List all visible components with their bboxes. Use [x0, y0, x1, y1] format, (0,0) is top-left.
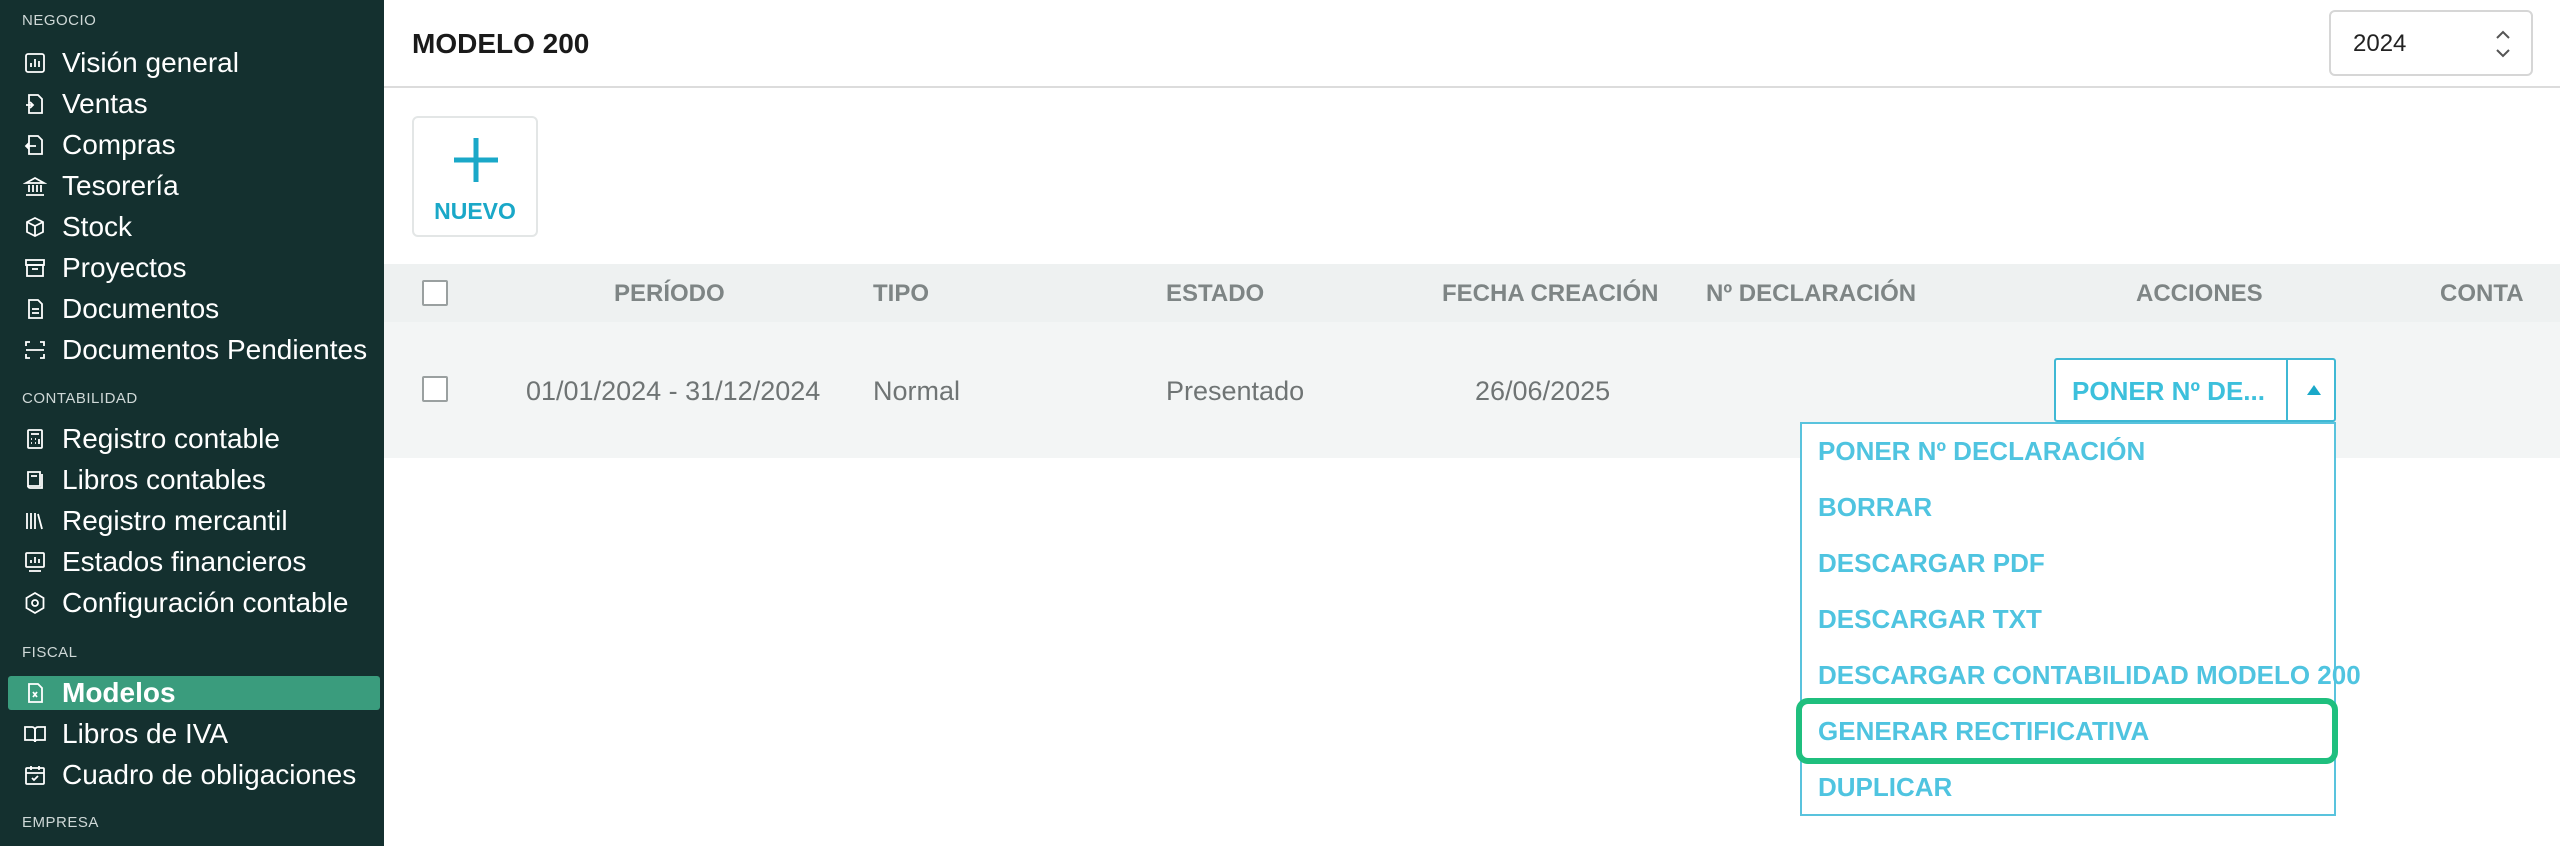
sidebar-item-label: Libros contables [62, 464, 266, 495]
sidebar-item-label: Stock [62, 211, 133, 242]
sidebar-item-modelos[interactable]: Modelos [8, 676, 380, 710]
sidebar-item-ventas[interactable]: Ventas [8, 87, 380, 121]
menu-item-descargar-pdf[interactable]: DESCARGAR PDF [1818, 548, 2045, 579]
year-select[interactable]: 2024 [2329, 10, 2533, 76]
chart-icon [22, 50, 48, 76]
cell-periodo: 01/01/2024 - 31/12/2024 [526, 376, 821, 406]
new-button[interactable]: NUEVO [412, 116, 538, 237]
report-chart-icon [22, 549, 48, 575]
column-header-periodo[interactable]: PERÍODO [614, 280, 725, 308]
sidebar-item-compras[interactable]: Compras [8, 128, 380, 162]
sidebar-item-label: Documentos [62, 293, 220, 324]
menu-item-descargar-contabilidad[interactable]: DESCARGAR CONTABILIDAD MODELO 200 [1818, 660, 2361, 691]
section-contabilidad: CONTABILIDAD [22, 390, 138, 407]
calendar-check-icon [22, 762, 48, 788]
sidebar-item-label: Documentos Pendientes [62, 334, 368, 365]
section-fiscal: FISCAL [22, 644, 78, 661]
menu-item-duplicar[interactable]: DUPLICAR [1818, 772, 1952, 803]
settings-hex-icon [22, 590, 48, 616]
sidebar-item-tesoreria[interactable]: Tesorería [8, 169, 380, 203]
sidebar-item-label: Configuración contable [62, 587, 349, 618]
sidebar-item-label: Libros de IVA [62, 718, 229, 749]
sidebar-item-proyectos[interactable]: Proyectos [8, 251, 380, 285]
menu-item-borrar[interactable]: BORRAR [1818, 492, 1932, 523]
sidebar-item-label: Registro mercantil [62, 505, 288, 536]
column-header-tipo[interactable]: TIPO [873, 280, 929, 308]
sidebar-item-label: Estados financieros [62, 546, 307, 577]
book-icon [22, 467, 48, 493]
column-header-fecha-creacion[interactable]: FECHA CREACIÓN [1442, 280, 1658, 308]
new-button-label: NUEVO [434, 198, 516, 224]
sidebar-item-label: Registro contable [62, 423, 280, 454]
open-book-icon [22, 721, 48, 747]
actions-dropdown-menu: PONER Nº DECLARACIÓN BORRAR DESCARGAR PD… [1800, 422, 2361, 816]
menu-item-generar-rectificativa[interactable]: GENERAR RECTIFICATIVA [1818, 716, 2149, 747]
sidebar-item-label: Compras [62, 129, 176, 160]
caret-up-icon[interactable] [2304, 380, 2324, 400]
row-checkbox[interactable] [422, 376, 448, 402]
sidebar: NEGOCIO Visión general Ventas Compras Te… [0, 0, 384, 846]
select-all-checkbox[interactable] [422, 280, 448, 306]
sales-doc-icon [22, 91, 48, 117]
sidebar-item-documentos[interactable]: Documentos [8, 292, 380, 326]
menu-item-descargar-txt[interactable]: DESCARGAR TXT [1818, 604, 2042, 635]
sidebar-item-registro-mercantil[interactable]: Registro mercantil [8, 504, 380, 538]
page-header: MODELO 200 2024 [384, 0, 2560, 88]
scan-icon [22, 337, 48, 363]
cell-tipo: Normal [873, 376, 961, 406]
cell-fecha-creacion: 26/06/2025 [1475, 376, 1611, 406]
page-title: MODELO 200 [412, 28, 590, 59]
actions-button-label[interactable]: PONER Nº DE... [2072, 376, 2265, 407]
column-header-declaracion[interactable]: Nº DECLARACIÓN [1706, 280, 1916, 308]
table-header: PERÍODO TIPO ESTADO FECHA CREACIÓN Nº DE… [384, 264, 2560, 322]
box-icon [22, 214, 48, 240]
sidebar-item-label: Visión general [62, 47, 239, 78]
sidebar-item-documentos-pendientes[interactable]: Documentos Pendientes [8, 333, 380, 367]
sidebar-item-label: Ventas [62, 88, 148, 119]
sidebar-item-label: Modelos [62, 677, 176, 708]
archive-icon [22, 255, 48, 281]
library-icon [22, 508, 48, 534]
column-header-conta: CONTA [2440, 280, 2524, 307]
calculator-icon [22, 426, 48, 452]
sidebar-item-label: Proyectos [62, 252, 187, 283]
sidebar-item-vision-general[interactable]: Visión general [8, 46, 380, 80]
tax-form-icon [22, 680, 48, 706]
sidebar-item-estados-financieros[interactable]: Estados financieros [8, 545, 380, 579]
actions-split-button[interactable]: PONER Nº DE... [2054, 358, 2336, 422]
sidebar-item-libros-de-iva[interactable]: Libros de IVA [8, 717, 380, 751]
year-select-value: 2024 [2353, 30, 2407, 57]
sidebar-item-label: Cuadro de obligaciones [62, 759, 357, 790]
section-negocio: NEGOCIO [22, 12, 97, 29]
document-icon [22, 296, 48, 322]
sidebar-item-stock[interactable]: Stock [8, 210, 380, 244]
sidebar-item-configuracion-contable[interactable]: Configuración contable [8, 586, 380, 620]
purchases-doc-icon [22, 132, 48, 158]
section-empresa: EMPRESA [22, 814, 99, 831]
column-header-estado[interactable]: ESTADO [1166, 280, 1264, 308]
sidebar-item-label: Tesorería [62, 170, 179, 201]
plus-icon [454, 138, 498, 182]
cell-estado: Presentado [1166, 376, 1305, 406]
column-header-acciones: ACCIONES [2136, 280, 2263, 307]
menu-item-poner-declaracion[interactable]: PONER Nº DECLARACIÓN [1818, 436, 2145, 467]
actions-button-divider [2286, 360, 2288, 420]
sidebar-item-registro-contable[interactable]: Registro contable [8, 422, 380, 456]
sidebar-item-libros-contables[interactable]: Libros contables [8, 463, 380, 497]
bank-icon [22, 173, 48, 199]
sidebar-item-cuadro-de-obligaciones[interactable]: Cuadro de obligaciones [8, 758, 380, 792]
chevron-up-down-icon [2496, 30, 2510, 58]
